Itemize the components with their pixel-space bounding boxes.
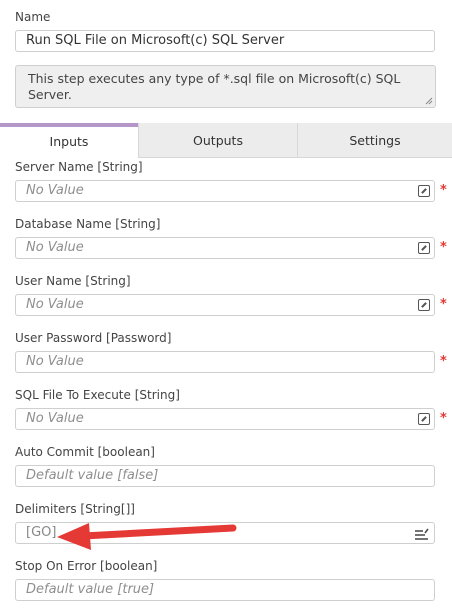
tab-outputs-label: Outputs xyxy=(193,133,243,148)
description-textarea[interactable]: This step executes any type of *.sql fil… xyxy=(15,65,436,108)
server-name-label: Server Name [String] xyxy=(15,160,143,174)
name-input[interactable]: Run SQL File on Microsoft(c) SQL Server xyxy=(15,30,435,52)
database-name-label: Database Name [String] xyxy=(15,217,161,231)
sql-file-input[interactable]: No Value xyxy=(15,408,435,430)
edit-icon[interactable] xyxy=(418,413,430,425)
user-name-input[interactable]: No Value xyxy=(15,294,435,316)
required-marker: * xyxy=(440,183,447,198)
delimiters-label: Delimiters [String[]] xyxy=(15,502,135,516)
edit-icon[interactable] xyxy=(418,242,430,254)
tab-inputs-label: Inputs xyxy=(49,134,89,149)
tab-outputs[interactable]: Outputs xyxy=(139,123,297,158)
user-password-value: No Value xyxy=(26,354,84,369)
sql-file-value: No Value xyxy=(26,411,84,426)
description-text: This step executes any type of *.sql fil… xyxy=(28,71,401,102)
user-name-label: User Name [String] xyxy=(15,274,131,288)
user-password-label: User Password [Password] xyxy=(15,331,172,345)
required-marker: * xyxy=(440,297,447,312)
sql-file-label: SQL File To Execute [String] xyxy=(15,388,180,402)
resize-handle-icon[interactable] xyxy=(425,97,433,105)
annotation-arrow xyxy=(57,523,237,550)
user-password-input[interactable]: No Value xyxy=(15,351,435,373)
required-marker: * xyxy=(440,354,447,369)
database-name-value: No Value xyxy=(26,240,84,255)
stop-on-error-value: Default value [true] xyxy=(26,582,155,597)
list-edit-icon[interactable] xyxy=(415,528,429,540)
tab-bar-border xyxy=(138,157,452,158)
auto-commit-value: Default value [false] xyxy=(26,468,159,483)
edit-icon[interactable] xyxy=(418,299,430,311)
stop-on-error-input[interactable]: Default value [true] xyxy=(15,579,435,601)
required-marker: * xyxy=(440,411,447,426)
tab-bar: Inputs Outputs Settings xyxy=(0,123,452,158)
tab-inputs[interactable]: Inputs xyxy=(0,123,138,158)
name-label: Name xyxy=(15,10,51,24)
server-name-input[interactable]: No Value xyxy=(15,180,435,202)
server-name-value: No Value xyxy=(26,183,84,198)
tab-settings-label: Settings xyxy=(349,133,401,148)
auto-commit-input[interactable]: Default value [false] xyxy=(15,465,435,487)
database-name-input[interactable]: No Value xyxy=(15,237,435,259)
user-name-value: No Value xyxy=(26,297,84,312)
stop-on-error-label: Stop On Error [boolean] xyxy=(15,559,158,573)
required-marker: * xyxy=(440,240,447,255)
delimiters-value: [GO] xyxy=(26,525,57,540)
tab-settings[interactable]: Settings xyxy=(298,123,452,158)
auto-commit-label: Auto Commit [boolean] xyxy=(15,445,155,459)
edit-icon[interactable] xyxy=(418,185,430,197)
